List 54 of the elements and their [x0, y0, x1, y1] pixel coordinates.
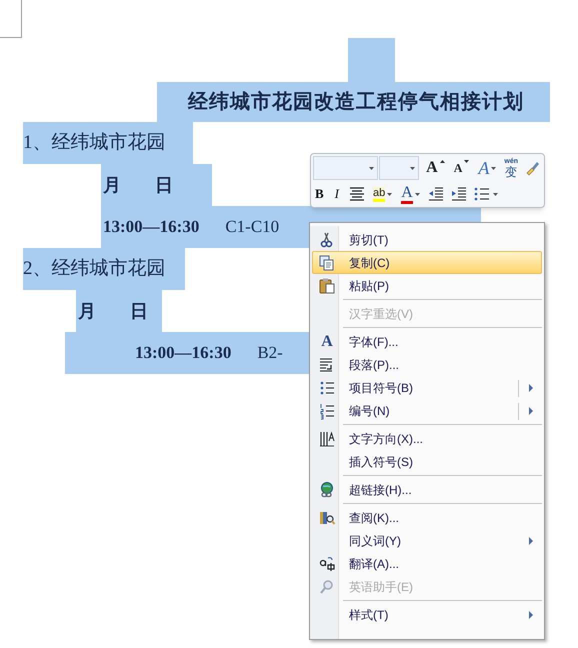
- increase-indent-icon[interactable]: [450, 185, 468, 203]
- menu-item[interactable]: 超链接(H)...: [312, 478, 542, 501]
- menu-item[interactable]: 剪切(T): [312, 228, 542, 251]
- page-corner-mark: [0, 0, 22, 38]
- date-text: 月: [103, 174, 121, 196]
- copy-icon: [318, 254, 336, 272]
- dropdown-caret-icon: [369, 166, 374, 170]
- section-code: B2-: [257, 342, 283, 364]
- shrink-font-button[interactable]: A: [452, 157, 472, 179]
- dropdown-caret-icon: [492, 192, 498, 196]
- date-text: 日: [130, 300, 148, 322]
- menu-item[interactable]: 复制(C): [312, 251, 542, 274]
- brush-icon[interactable]: [524, 159, 542, 177]
- dropdown-caret-icon: [387, 192, 392, 196]
- section-heading: 1、经纬城市花园: [23, 130, 166, 155]
- globe-link-icon: [318, 480, 336, 498]
- down-triangle-icon: [464, 160, 470, 163]
- translate-icon: [318, 554, 336, 572]
- dropdown-caret-icon: [414, 192, 420, 196]
- menu-item[interactable]: 同义词(Y): [312, 529, 542, 552]
- time-range: 13:00—16:30: [135, 342, 232, 364]
- italic-button[interactable]: I: [330, 183, 344, 205]
- section-code: C1-C10: [225, 216, 280, 238]
- grow-font-button[interactable]: A: [424, 157, 447, 179]
- menu-item[interactable]: 样式(T): [312, 603, 542, 626]
- menu-item[interactable]: 编号(N): [312, 399, 542, 422]
- menu-item[interactable]: 翻译(A)...: [312, 552, 542, 575]
- document-title: 经纬城市花园改造工程停气相接计划: [188, 90, 524, 115]
- menu-item[interactable]: 项目符号(B): [312, 376, 542, 399]
- align-center-icon[interactable]: [348, 185, 366, 203]
- text-direction-icon: [318, 430, 336, 448]
- bullet-list-icon: [318, 378, 336, 396]
- menu-item[interactable]: 插入符号(S): [312, 450, 542, 473]
- clipboard-icon: [318, 276, 336, 294]
- section-heading: 2、经纬城市花园: [23, 256, 166, 281]
- font-color-button[interactable]: A: [399, 183, 422, 205]
- decrease-indent-icon[interactable]: [426, 185, 445, 203]
- up-triangle-icon: [440, 160, 445, 163]
- text-effects-button[interactable]: A: [476, 157, 498, 179]
- time-range: 13:00—16:30: [103, 216, 200, 238]
- font-glyph-icon: A: [321, 330, 333, 354]
- date-text: 日: [155, 174, 173, 196]
- menu-item[interactable]: 粘贴(P): [312, 274, 542, 297]
- bullet-list-icon[interactable]: [472, 185, 491, 203]
- menu-item[interactable]: A 字体(F)...: [312, 330, 542, 353]
- highlight-button[interactable]: ab: [371, 183, 394, 205]
- numbered-list-icon: [318, 402, 336, 420]
- menu-item[interactable]: 段落(P)...: [312, 353, 542, 376]
- dropdown-caret-icon: [410, 166, 416, 170]
- date-text: 月: [78, 300, 96, 322]
- bold-button[interactable]: B: [313, 183, 326, 205]
- dropdown-caret-icon: [491, 166, 496, 170]
- menu-item[interactable]: 查阅(K)...: [312, 506, 542, 529]
- menu-item[interactable]: 文字方向(X)...: [312, 427, 542, 450]
